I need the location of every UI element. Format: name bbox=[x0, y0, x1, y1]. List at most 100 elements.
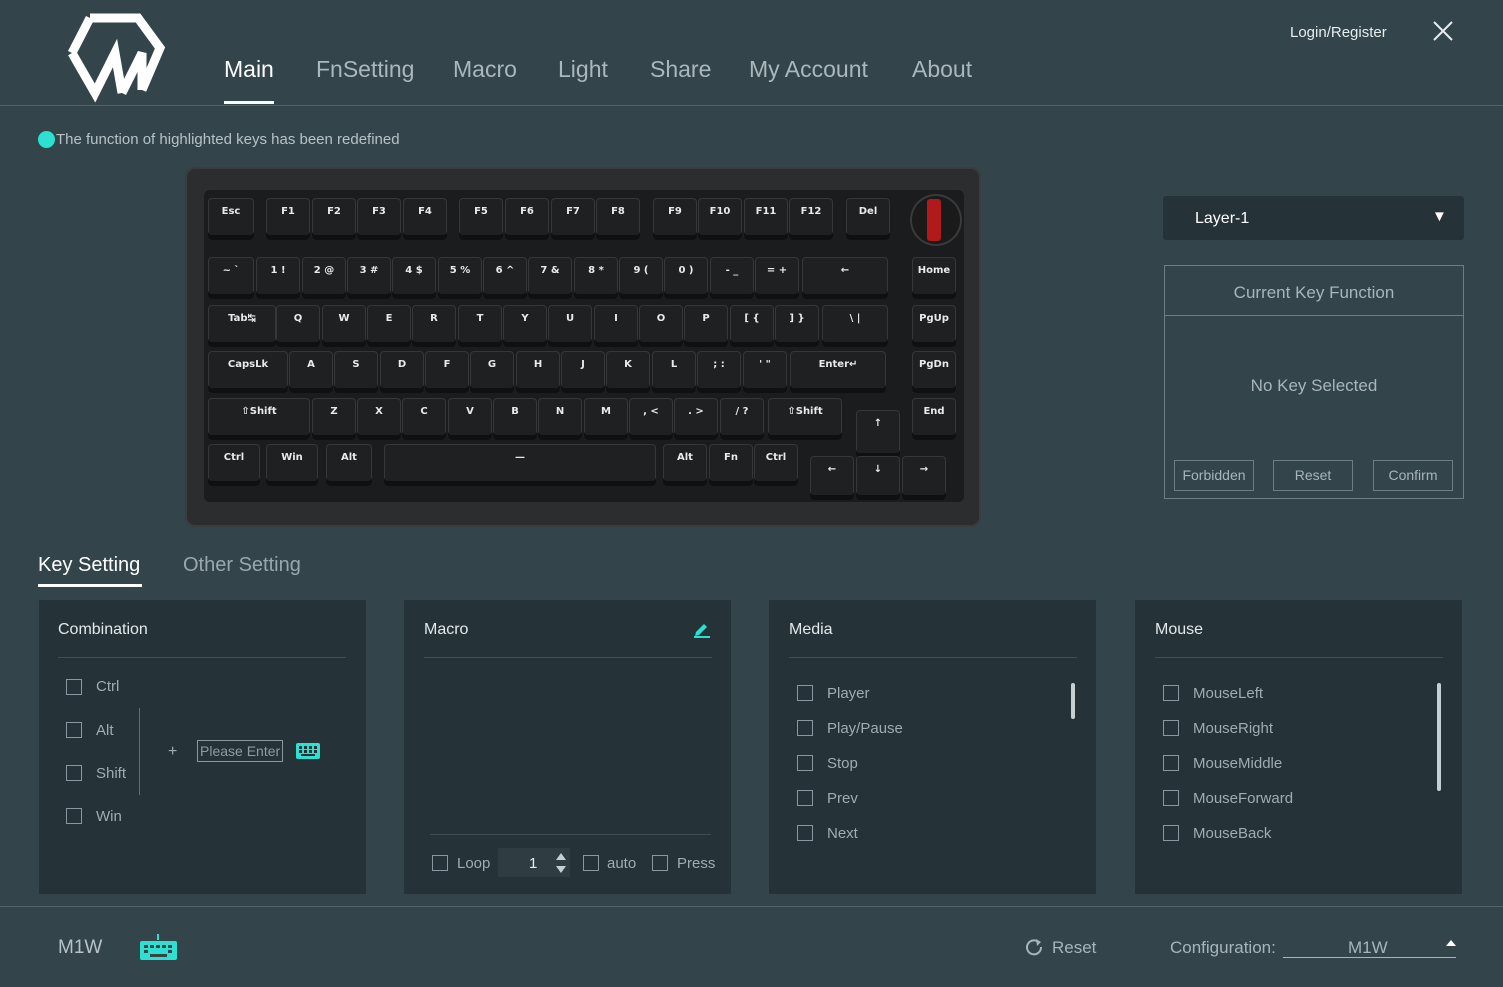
key-[interactable]: \ | bbox=[822, 305, 888, 347]
key-[interactable]: = + bbox=[755, 257, 799, 299]
press-checkbox[interactable] bbox=[652, 855, 668, 871]
nav-tab-light[interactable]: Light bbox=[558, 56, 608, 83]
caret-up-icon[interactable] bbox=[1446, 940, 1456, 946]
key-r[interactable]: R bbox=[412, 305, 456, 347]
shift-checkbox[interactable] bbox=[66, 765, 82, 781]
key-2[interactable]: 2 @ bbox=[302, 257, 346, 299]
key-capslk[interactable]: CapsLk bbox=[208, 351, 288, 393]
key-y[interactable]: Y bbox=[503, 305, 547, 347]
key-4[interactable]: 4 $ bbox=[392, 257, 436, 299]
key-p[interactable]: P bbox=[684, 305, 728, 347]
keyboard-icon[interactable] bbox=[140, 934, 177, 960]
key-shift[interactable]: ⇧Shift bbox=[768, 398, 842, 440]
key-[interactable]: ← bbox=[802, 257, 888, 299]
key-a[interactable]: A bbox=[289, 351, 333, 393]
key-[interactable]: ; : bbox=[697, 351, 741, 393]
media-player-checkbox[interactable] bbox=[797, 685, 813, 701]
key-[interactable]: ~ ` bbox=[208, 257, 254, 299]
key-shift[interactable]: ⇧Shift bbox=[208, 398, 310, 440]
mouse-middle-checkbox[interactable] bbox=[1163, 755, 1179, 771]
mouse-scrollbar[interactable] bbox=[1437, 683, 1441, 791]
key-f12[interactable]: F12 bbox=[789, 198, 833, 240]
key-u[interactable]: U bbox=[548, 305, 592, 347]
mouse-forward-checkbox[interactable] bbox=[1163, 790, 1179, 806]
close-icon[interactable] bbox=[1430, 18, 1456, 44]
key-v[interactable]: V bbox=[448, 398, 492, 440]
pencil-icon[interactable] bbox=[693, 620, 711, 638]
key-end[interactable]: End bbox=[912, 398, 956, 440]
key-enter[interactable]: Enter↵ bbox=[790, 351, 886, 393]
key-z[interactable]: Z bbox=[312, 398, 356, 440]
key-[interactable]: , < bbox=[629, 398, 673, 440]
key-pgup[interactable]: PgUp bbox=[912, 305, 956, 347]
key-ctrl[interactable]: Ctrl bbox=[754, 444, 798, 486]
key-f1[interactable]: F1 bbox=[266, 198, 310, 240]
nav-tab-macro[interactable]: Macro bbox=[453, 56, 517, 83]
nav-tab-main[interactable]: Main bbox=[224, 56, 274, 83]
nav-tab-my-account[interactable]: My Account bbox=[749, 56, 868, 83]
key-[interactable]: - _ bbox=[710, 257, 754, 299]
key-s[interactable]: S bbox=[334, 351, 378, 393]
key-9[interactable]: 9 ( bbox=[619, 257, 663, 299]
tab-other-setting[interactable]: Other Setting bbox=[183, 554, 301, 577]
key-i[interactable]: I bbox=[594, 305, 638, 347]
login-register-link[interactable]: Login/Register bbox=[1290, 24, 1387, 41]
key-[interactable]: / ? bbox=[720, 398, 764, 440]
configuration-select[interactable]: M1W bbox=[1348, 938, 1388, 958]
key-ctrl[interactable]: Ctrl bbox=[208, 444, 260, 486]
key-d[interactable]: D bbox=[380, 351, 424, 393]
key-8[interactable]: 8 * bbox=[574, 257, 618, 299]
key-h[interactable]: H bbox=[516, 351, 560, 393]
key-alt[interactable]: Alt bbox=[326, 444, 372, 486]
key-q[interactable]: Q bbox=[276, 305, 320, 347]
key-f10[interactable]: F10 bbox=[698, 198, 742, 240]
media-next-checkbox[interactable] bbox=[797, 825, 813, 841]
key-esc[interactable]: Esc bbox=[208, 198, 254, 240]
key-1[interactable]: 1 ! bbox=[256, 257, 300, 299]
media-scrollbar[interactable] bbox=[1071, 683, 1075, 719]
nav-tab-fnsetting[interactable]: FnSetting bbox=[316, 56, 414, 83]
key-3[interactable]: 3 # bbox=[347, 257, 391, 299]
key-m[interactable]: M bbox=[584, 398, 628, 440]
key-[interactable]: ↑ bbox=[856, 410, 900, 458]
key-f5[interactable]: F5 bbox=[459, 198, 503, 240]
forbidden-button[interactable]: Forbidden bbox=[1174, 460, 1254, 491]
key-b[interactable]: B bbox=[493, 398, 537, 440]
key-fn[interactable]: Fn bbox=[709, 444, 753, 486]
stepper-arrows-icon[interactable] bbox=[555, 850, 567, 876]
key-[interactable]: ' " bbox=[743, 351, 787, 393]
key-j[interactable]: J bbox=[561, 351, 605, 393]
key-n[interactable]: N bbox=[538, 398, 582, 440]
key-del[interactable]: Del bbox=[846, 198, 890, 240]
media-play-pause-checkbox[interactable] bbox=[797, 720, 813, 736]
key-f7[interactable]: F7 bbox=[551, 198, 595, 240]
mouse-back-checkbox[interactable] bbox=[1163, 825, 1179, 841]
key-f2[interactable]: F2 bbox=[312, 198, 356, 240]
reset-all-button[interactable]: Reset bbox=[1052, 938, 1096, 958]
keyboard-icon[interactable] bbox=[296, 743, 320, 759]
reset-key-button[interactable]: Reset bbox=[1273, 460, 1353, 491]
key-g[interactable]: G bbox=[470, 351, 514, 393]
loop-checkbox[interactable] bbox=[432, 855, 448, 871]
key-x[interactable]: X bbox=[357, 398, 401, 440]
key-f6[interactable]: F6 bbox=[505, 198, 549, 240]
key-t[interactable]: T bbox=[458, 305, 502, 347]
key-[interactable]: ] } bbox=[775, 305, 819, 347]
key-[interactable]: → bbox=[902, 456, 946, 500]
key-l[interactable]: L bbox=[652, 351, 696, 393]
key-o[interactable]: O bbox=[639, 305, 683, 347]
key-0[interactable]: 0 ) bbox=[664, 257, 708, 299]
key-[interactable]: . > bbox=[674, 398, 718, 440]
key-c[interactable]: C bbox=[402, 398, 446, 440]
key-alt[interactable]: Alt bbox=[663, 444, 707, 486]
key-f11[interactable]: F11 bbox=[744, 198, 788, 240]
mouse-left-checkbox[interactable] bbox=[1163, 685, 1179, 701]
key-e[interactable]: E bbox=[367, 305, 411, 347]
mouse-right-checkbox[interactable] bbox=[1163, 720, 1179, 736]
alt-checkbox[interactable] bbox=[66, 722, 82, 738]
key-f[interactable]: F bbox=[425, 351, 469, 393]
key-[interactable]: — bbox=[384, 444, 656, 486]
media-prev-checkbox[interactable] bbox=[797, 790, 813, 806]
key-f3[interactable]: F3 bbox=[357, 198, 401, 240]
win-checkbox[interactable] bbox=[66, 808, 82, 824]
